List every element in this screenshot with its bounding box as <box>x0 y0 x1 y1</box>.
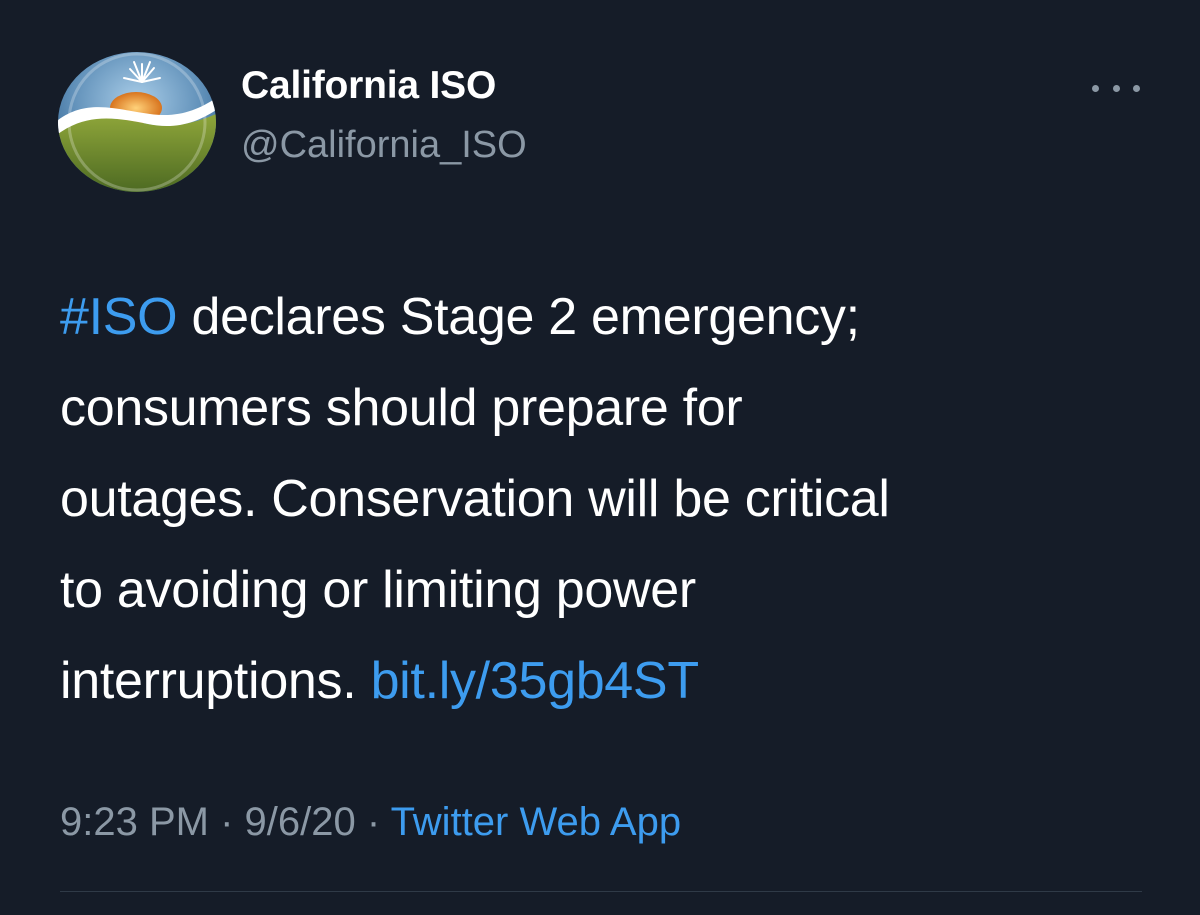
tweet-line: interruptions. bit.ly/35gb4ST <box>60 636 1150 727</box>
tweet-line: consumers should prepare for <box>60 379 743 437</box>
tweet-text-segment: declares Stage 2 emergency; <box>177 288 860 346</box>
more-options-button[interactable] <box>1092 76 1140 100</box>
display-name[interactable]: California ISO <box>241 64 496 108</box>
california-iso-logo <box>58 52 216 192</box>
hashtag-link[interactable]: #ISO <box>60 288 178 346</box>
tweet-source-link[interactable]: Twitter Web App <box>391 800 682 844</box>
meta-separator: · <box>208 800 245 844</box>
tweet-metadata: 9:23 PM · 9/6/20 · Twitter Web App <box>60 800 681 845</box>
tweet-line: #ISO declares Stage 2 emergency; <box>60 272 1150 363</box>
tweet-card: California ISO @California_ISO #ISO decl… <box>0 0 1200 915</box>
tweet-text-segment: interruptions. <box>60 652 371 710</box>
divider <box>60 891 1142 892</box>
more-horizontal-icon-dot <box>1133 84 1140 92</box>
more-horizontal-icon-dot <box>1112 84 1120 92</box>
tweet-date[interactable]: 9/6/20 <box>245 800 356 844</box>
tweet-line: outages. Conservation will be critical <box>60 470 890 528</box>
tweet-url-link[interactable]: bit.ly/35gb4ST <box>371 652 700 710</box>
more-horizontal-icon <box>1092 84 1099 92</box>
tweet-line: to avoiding or limiting power <box>60 561 696 619</box>
meta-separator: · <box>355 800 391 844</box>
tweet-text: #ISO declares Stage 2 emergency; consume… <box>60 272 1150 727</box>
user-handle[interactable]: @California_ISO <box>241 124 527 167</box>
tweet-time[interactable]: 9:23 PM <box>60 800 209 844</box>
avatar[interactable] <box>58 52 216 192</box>
